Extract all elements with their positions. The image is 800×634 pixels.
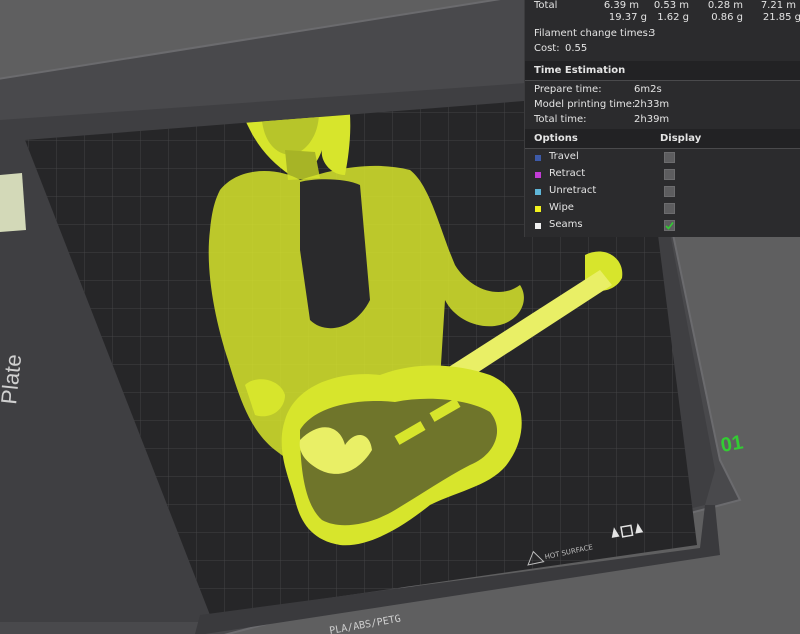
option-row-unretract[interactable]: Unretract	[525, 184, 800, 201]
option-row-travel[interactable]: Travel	[525, 150, 800, 167]
prepare-time-value: 6m2s	[634, 84, 662, 95]
slice-stats-panel: Total 6.39 m 0.53 m 0.28 m 7.21 m 19.37 …	[524, 0, 800, 237]
total-g-4: 21.85 g	[762, 12, 800, 23]
travel-label: Travel	[549, 151, 579, 162]
cost-value: 0.55	[565, 43, 588, 54]
time-estimation-title: Time Estimation	[534, 65, 626, 76]
unretract-display-checkbox[interactable]	[664, 186, 675, 197]
wipe-display-checkbox[interactable]	[664, 203, 675, 214]
seams-color-swatch	[535, 223, 541, 229]
total-m-1: 6.39 m	[603, 0, 639, 11]
cost-label: Cost:	[534, 43, 560, 54]
total-label: Total	[534, 0, 558, 11]
total-g-3: 0.86 g	[711, 12, 743, 23]
plate-object	[0, 173, 26, 232]
unretract-label: Unretract	[549, 185, 597, 196]
retract-display-checkbox[interactable]	[664, 169, 675, 180]
option-row-retract[interactable]: Retract	[525, 167, 800, 184]
options-title: Options	[534, 133, 578, 144]
wipe-color-swatch	[535, 206, 541, 212]
travel-display-checkbox[interactable]	[664, 152, 675, 163]
filament-change-value: 3	[649, 28, 656, 39]
prepare-time-label: Prepare time:	[534, 84, 602, 95]
travel-color-swatch	[535, 155, 541, 161]
total-time-value: 2h39m	[634, 114, 670, 125]
checkmark-icon	[665, 222, 674, 230]
model-print-time-value: 2h33m	[634, 99, 670, 110]
option-row-seams[interactable]: Seams	[525, 218, 800, 235]
model-print-time-label: Model printing time:	[534, 99, 636, 110]
plate-number: 01	[719, 431, 745, 457]
total-m-3: 0.28 m	[707, 0, 743, 11]
display-title: Display	[660, 133, 702, 144]
total-m-4: 7.21 m	[760, 0, 796, 11]
filament-change-label: Filament change times:	[534, 28, 652, 39]
unretract-color-swatch	[535, 189, 541, 195]
option-row-wipe[interactable]: Wipe	[525, 201, 800, 218]
retract-color-swatch	[535, 172, 541, 178]
retract-label: Retract	[549, 168, 586, 179]
total-time-label: Total time:	[534, 114, 587, 125]
seams-display-checkbox[interactable]	[664, 220, 675, 231]
seams-label: Seams	[549, 219, 583, 230]
total-g-2: 1.62 g	[657, 12, 689, 23]
bed-material-label: PLA/ABS/PETG	[329, 614, 402, 634]
total-m-2: 0.53 m	[653, 0, 689, 11]
wipe-label: Wipe	[549, 202, 574, 213]
